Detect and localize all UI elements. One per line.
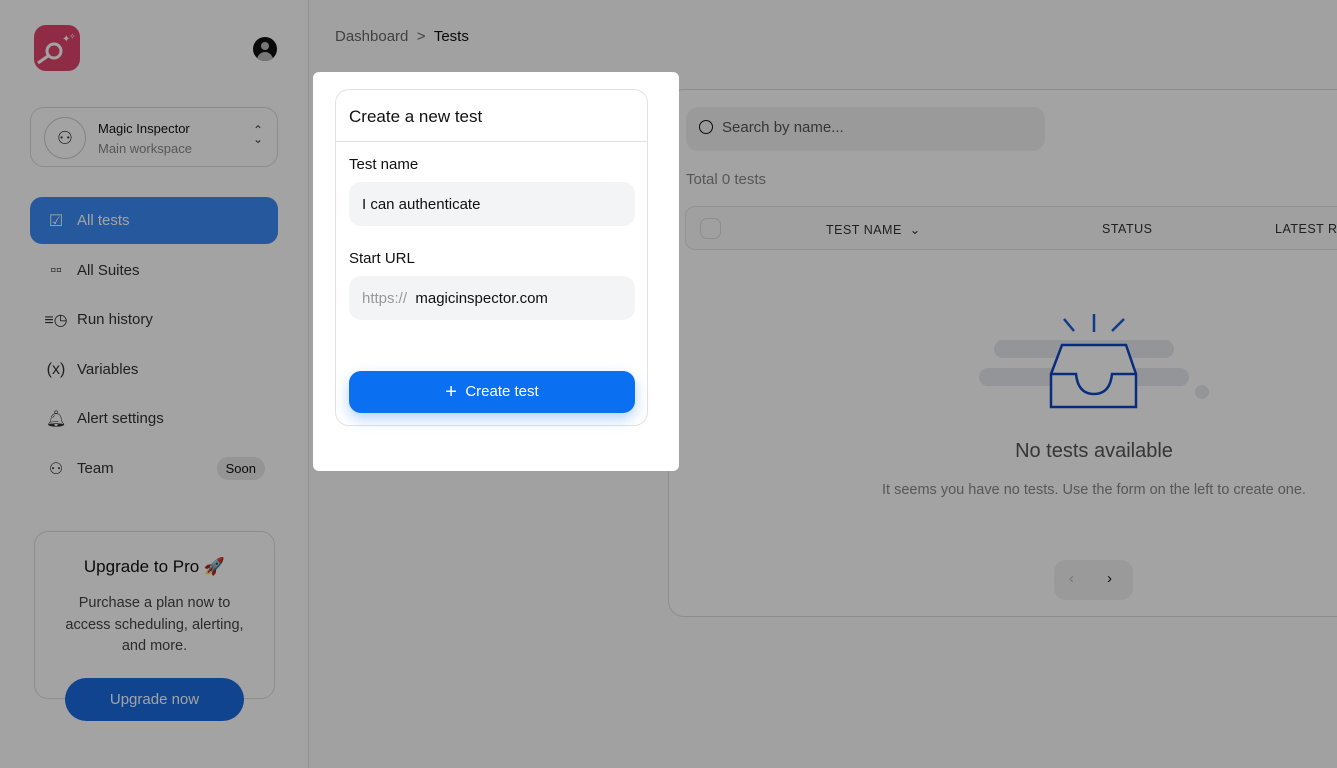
upgrade-promo: Upgrade to Pro 🚀 Purchase a plan now to …	[34, 531, 275, 699]
workspace-switcher[interactable]: ⚇ Magic Inspector Main workspace ⌃ ⌄	[30, 107, 278, 167]
test-name-input[interactable]: I can authenticate	[349, 182, 635, 226]
grid-icon: ▫▫	[50, 261, 62, 279]
pagination: ‹ ›	[1054, 560, 1133, 600]
sidebar-item-alert-settings[interactable]: 🔔︎ Alert settings	[30, 395, 278, 442]
column-test-name[interactable]: TEST NAME ⌄	[826, 222, 921, 237]
tests-panel: Search by name... Total 0 tests TEST NAM…	[668, 89, 1337, 617]
prev-page-button[interactable]: ‹	[1069, 570, 1074, 587]
sidebar-item-label: Team	[77, 460, 114, 477]
total-count: Total 0 tests	[686, 171, 767, 188]
upgrade-now-button[interactable]: Upgrade now	[65, 678, 244, 721]
search-icon	[699, 120, 713, 134]
test-name-value: I can authenticate	[362, 196, 481, 213]
breadcrumb-dashboard[interactable]: Dashboard	[335, 28, 408, 45]
promo-text: Purchase a plan now to access scheduling…	[65, 595, 244, 654]
url-prefix: https://	[362, 290, 408, 307]
user-avatar-icon[interactable]	[253, 37, 277, 61]
sidebar-item-label: Run history	[77, 311, 153, 328]
sidebar-item-label: All Suites	[77, 262, 140, 279]
next-page-button[interactable]: ›	[1107, 570, 1112, 587]
empty-text: It seems you have no tests. Use the form…	[882, 482, 1306, 498]
search-placeholder: Search by name...	[722, 119, 844, 136]
empty-inbox-icon	[979, 314, 1209, 409]
column-label: TEST NAME	[826, 223, 902, 237]
soon-badge: Soon	[216, 457, 265, 480]
create-test-button[interactable]: + Create test	[349, 371, 635, 413]
chevron-up-down-icon: ⌃ ⌄	[252, 123, 263, 146]
column-status[interactable]: STATUS	[1102, 222, 1152, 236]
plus-icon: +	[445, 380, 457, 403]
sidebar: ✦ ✧ ⚇ Magic Inspector Main workspace ⌃ ⌄ ☑…	[0, 0, 309, 768]
table-header: TEST NAME ⌄ STATUS LATEST RU	[685, 206, 1337, 250]
team-icon: ⚇	[48, 460, 64, 478]
sidebar-item-all-tests[interactable]: ☑ All tests	[30, 197, 278, 244]
chevron-down-icon: ⌄	[905, 223, 921, 237]
history-icon: ≡◷	[44, 311, 68, 329]
promo-title: Upgrade to Pro 🚀	[83, 557, 226, 576]
breadcrumb: Dashboard > Tests	[335, 28, 469, 45]
create-test-form: Create a new test Test name I can authen…	[335, 89, 648, 426]
variable-icon: (x)	[46, 360, 66, 378]
sidebar-item-label: Variables	[77, 361, 139, 378]
checklist-icon: ☑	[48, 212, 64, 230]
empty-title: No tests available	[1015, 440, 1173, 462]
select-all-checkbox[interactable]	[700, 218, 721, 239]
test-name-label: Test name	[349, 156, 419, 173]
workspace-name: Magic Inspector	[98, 121, 190, 136]
create-test-label: Create test	[465, 382, 539, 400]
start-url-input[interactable]: https:// magicinspector.com	[349, 276, 635, 320]
breadcrumb-separator: >	[416, 28, 426, 45]
workspace-sub: Main workspace	[98, 141, 192, 156]
divider	[336, 141, 647, 142]
sidebar-item-label: Alert settings	[77, 410, 164, 427]
sidebar-item-label: All tests	[77, 212, 130, 229]
svg-text:✧: ✧	[69, 32, 76, 41]
bell-icon: 🔔︎	[45, 410, 67, 428]
breadcrumb-current: Tests	[433, 28, 469, 45]
start-url-label: Start URL	[349, 250, 415, 267]
users-icon: ⚇	[44, 117, 86, 159]
sidebar-item-all-suites[interactable]: ▫▫ All Suites	[30, 247, 278, 294]
form-title: Create a new test	[349, 107, 483, 126]
column-latest-run[interactable]: LATEST RU	[1275, 222, 1337, 236]
app-logo[interactable]: ✦ ✧	[34, 25, 80, 71]
sidebar-item-run-history[interactable]: ≡◷ Run history	[30, 296, 278, 343]
sidebar-item-variables[interactable]: (x) Variables	[30, 346, 278, 393]
sidebar-item-team[interactable]: ⚇ Team Soon	[30, 445, 278, 492]
search-input[interactable]: Search by name...	[686, 107, 1045, 151]
start-url-value: magicinspector.com	[415, 290, 548, 307]
